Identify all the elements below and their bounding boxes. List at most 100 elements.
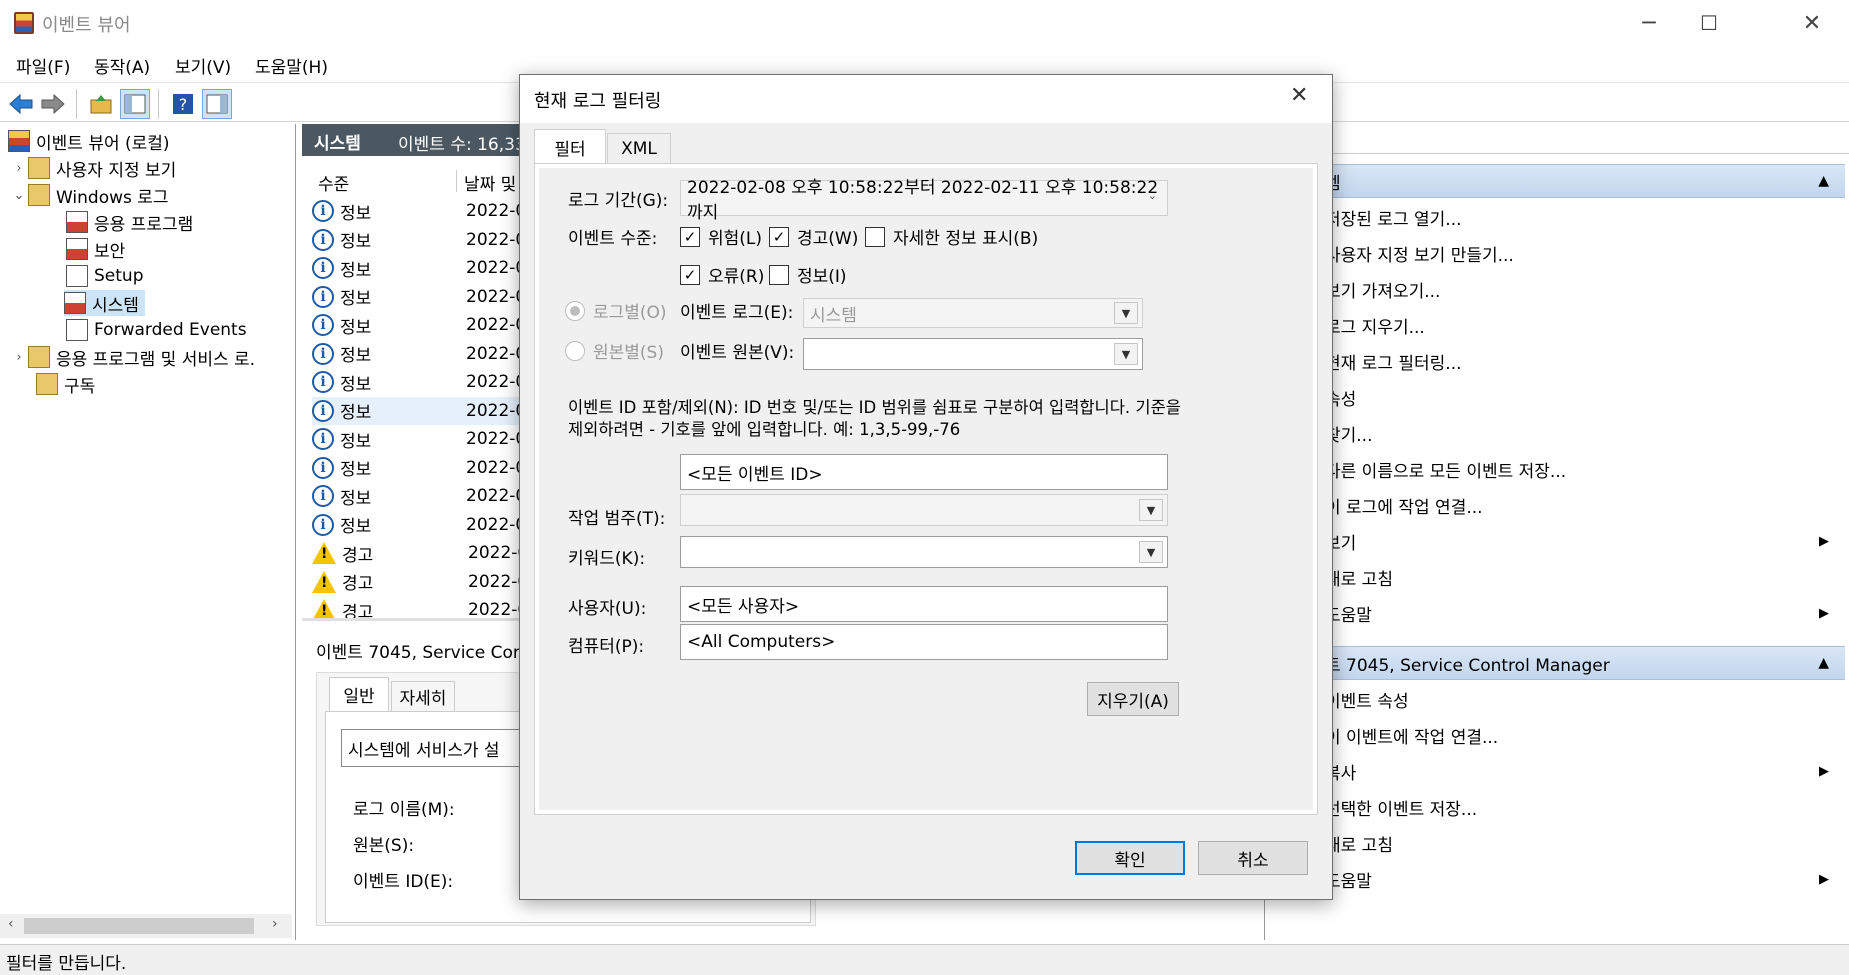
event-date: 2022-0 bbox=[466, 286, 527, 307]
action-item[interactable]: 이 로그에 작업 연결... bbox=[1265, 488, 1845, 522]
event-level: 정보 bbox=[340, 488, 372, 509]
action-item[interactable]: 도움말 ▶ bbox=[1265, 596, 1845, 630]
action-item[interactable]: 현재 로그 필터링... bbox=[1265, 344, 1845, 378]
event-level: 정보 bbox=[340, 460, 372, 481]
show-hide-action-pane-icon[interactable] bbox=[202, 89, 232, 119]
error-checkbox[interactable]: ✓ 오류(R) bbox=[680, 262, 764, 287]
tab-general[interactable]: 일반 bbox=[329, 677, 389, 711]
menu-file[interactable]: 파일(F) bbox=[16, 53, 70, 78]
chevron-down-icon: ▼ bbox=[1114, 343, 1138, 365]
critical-checkbox[interactable]: ✓ 위험(L) bbox=[680, 224, 762, 249]
action-item[interactable]: 도움말 ▶ bbox=[1265, 862, 1845, 896]
action-item[interactable]: 복사 ▶ bbox=[1265, 754, 1845, 788]
log-icon bbox=[66, 265, 88, 287]
folder-up-icon[interactable] bbox=[86, 89, 116, 119]
forward-arrow-icon[interactable] bbox=[38, 89, 68, 119]
tab-xml[interactable]: XML bbox=[607, 133, 671, 163]
task-category-label: 작업 범주(T): bbox=[568, 509, 666, 529]
actions-section-system[interactable]: 템 ▲ bbox=[1265, 164, 1845, 198]
action-item[interactable]: 보기 가져오기... bbox=[1265, 272, 1845, 306]
close-icon[interactable]: ✕ bbox=[1782, 0, 1842, 46]
tree-item-setup[interactable]: Setup bbox=[66, 263, 143, 289]
event-id-label: 이벤트 ID(E): bbox=[353, 872, 454, 892]
menu-view[interactable]: 보기(V) bbox=[175, 53, 231, 78]
action-item[interactable]: 다른 이름으로 모든 이벤트 저장... bbox=[1265, 452, 1845, 486]
tree-item-windows-logs[interactable]: ⌄ Windows 로그 bbox=[10, 182, 169, 208]
collapse-chevron-icon[interactable]: ⌄ bbox=[10, 188, 28, 203]
information-icon: i bbox=[312, 399, 334, 422]
scroll-thumb[interactable] bbox=[24, 918, 254, 934]
show-hide-console-tree-icon[interactable] bbox=[120, 89, 150, 119]
tree-horizontal-scrollbar[interactable]: ‹ › bbox=[0, 914, 292, 938]
keywords-dropdown[interactable]: ▼ bbox=[680, 536, 1168, 568]
menu-action[interactable]: 동작(A) bbox=[94, 53, 150, 78]
ok-button[interactable]: 확인 bbox=[1075, 841, 1185, 875]
actions-section-event[interactable]: 트 7045, Service Control Manager ▲ bbox=[1265, 646, 1845, 680]
event-level: 정보 bbox=[340, 431, 372, 452]
tree-item-forwarded-events[interactable]: Forwarded Events bbox=[66, 317, 247, 343]
console-tree: 이벤트 뷰어 (로컬) › 사용자 지정 보기 ⌄ Windows 로그 응용 … bbox=[0, 124, 296, 940]
chevron-down-icon: ▼ bbox=[1139, 499, 1163, 521]
scroll-left-icon[interactable]: ‹ bbox=[8, 916, 14, 932]
action-item[interactable]: 선택한 이벤트 저장... bbox=[1265, 790, 1845, 824]
event-level: 정보 bbox=[340, 317, 372, 338]
tree-item-subscriptions[interactable]: 구독 bbox=[36, 371, 95, 397]
event-level: 정보 bbox=[340, 374, 372, 395]
computer-input[interactable]: <All Computers> bbox=[680, 624, 1168, 660]
information-checkbox[interactable]: 정보(I) bbox=[769, 262, 847, 287]
folder-icon bbox=[28, 346, 50, 368]
by-log-radio[interactable]: 로그별(O) bbox=[565, 298, 667, 323]
user-input[interactable]: <모든 사용자> bbox=[680, 586, 1168, 622]
event-source-dropdown[interactable]: ▼ bbox=[803, 338, 1143, 370]
maximize-icon[interactable]: ☐ bbox=[1679, 0, 1739, 46]
event-log-dropdown[interactable]: 시스템 ▼ bbox=[803, 298, 1143, 328]
event-level: 정보 bbox=[340, 260, 372, 281]
scroll-right-icon[interactable]: › bbox=[272, 916, 278, 932]
action-item[interactable]: 이벤트 속성 bbox=[1265, 682, 1845, 716]
logged-label: 로그 기간(G): bbox=[568, 191, 669, 211]
information-icon: i bbox=[312, 285, 334, 308]
verbose-checkbox[interactable]: 자세한 정보 표시(B) bbox=[865, 224, 1038, 249]
expand-chevron-icon[interactable]: › bbox=[10, 161, 28, 176]
event-date: 2022-0 bbox=[466, 315, 527, 336]
tree-item-custom-views[interactable]: › 사용자 지정 보기 bbox=[10, 155, 176, 181]
action-item[interactable]: 찾기... bbox=[1265, 416, 1845, 450]
tab-filter[interactable]: 필터 bbox=[534, 129, 606, 165]
by-source-radio[interactable]: 원본별(S) bbox=[565, 338, 664, 363]
tab-details[interactable]: 자세히 bbox=[391, 681, 455, 711]
tree-item-security[interactable]: 보안 bbox=[66, 236, 125, 262]
action-item[interactable]: 새로 고침 bbox=[1265, 560, 1845, 594]
log-icon bbox=[64, 292, 86, 314]
action-item[interactable]: 이 이벤트에 작업 연결... bbox=[1265, 718, 1845, 752]
tree-item-root[interactable]: 이벤트 뷰어 (로컬) bbox=[8, 128, 170, 154]
logged-dropdown[interactable]: 2022-02-08 오후 10:58:22부터 2022-02-11 오후 1… bbox=[680, 178, 1168, 223]
cancel-button[interactable]: 취소 bbox=[1198, 841, 1308, 875]
action-item[interactable]: 보기 ▶ bbox=[1265, 524, 1845, 558]
clear-button[interactable]: 지우기(A) bbox=[1087, 682, 1179, 716]
submenu-arrow-icon: ▶ bbox=[1819, 763, 1829, 779]
action-item[interactable]: 새로 고침 bbox=[1265, 826, 1845, 860]
tree-item-application[interactable]: 응용 프로그램 bbox=[66, 209, 193, 235]
column-header-date[interactable]: 날짜 및 bbox=[464, 170, 516, 195]
event-id-input[interactable]: <모든 이벤트 ID> bbox=[680, 454, 1168, 490]
tree-item-apps-services[interactable]: › 응용 프로그램 및 서비스 로. bbox=[10, 344, 255, 370]
minimize-icon[interactable]: ─ bbox=[1619, 0, 1679, 46]
menu-help[interactable]: 도움말(H) bbox=[255, 53, 328, 78]
filter-tab-body: 로그 기간(G): 2022-02-08 오후 10:58:22부터 2022-… bbox=[534, 163, 1318, 815]
action-item[interactable]: 속성 bbox=[1265, 380, 1845, 414]
user-label: 사용자(U): bbox=[568, 599, 647, 619]
event-level: 정보 bbox=[340, 203, 372, 224]
chevron-down-icon: ▼ bbox=[1139, 541, 1163, 563]
tree-item-system[interactable]: 시스템 bbox=[64, 290, 145, 316]
dialog-close-icon[interactable]: ✕ bbox=[1290, 83, 1308, 108]
back-arrow-icon[interactable] bbox=[6, 89, 36, 119]
event-level: 정보 bbox=[340, 403, 372, 424]
action-item[interactable]: 사용자 지정 보기 만들기... bbox=[1265, 236, 1845, 270]
warning-checkbox[interactable]: ✓ 경고(W) bbox=[769, 224, 858, 249]
task-category-dropdown[interactable]: ▼ bbox=[680, 494, 1168, 526]
expand-chevron-icon[interactable]: › bbox=[10, 350, 28, 365]
event-count: 이벤트 수: 16,33 bbox=[398, 135, 526, 155]
help-icon[interactable]: ? bbox=[168, 89, 198, 119]
action-item[interactable]: 로그 지우기... bbox=[1265, 308, 1845, 342]
action-item[interactable]: 저장된 로그 열기... bbox=[1265, 200, 1845, 234]
